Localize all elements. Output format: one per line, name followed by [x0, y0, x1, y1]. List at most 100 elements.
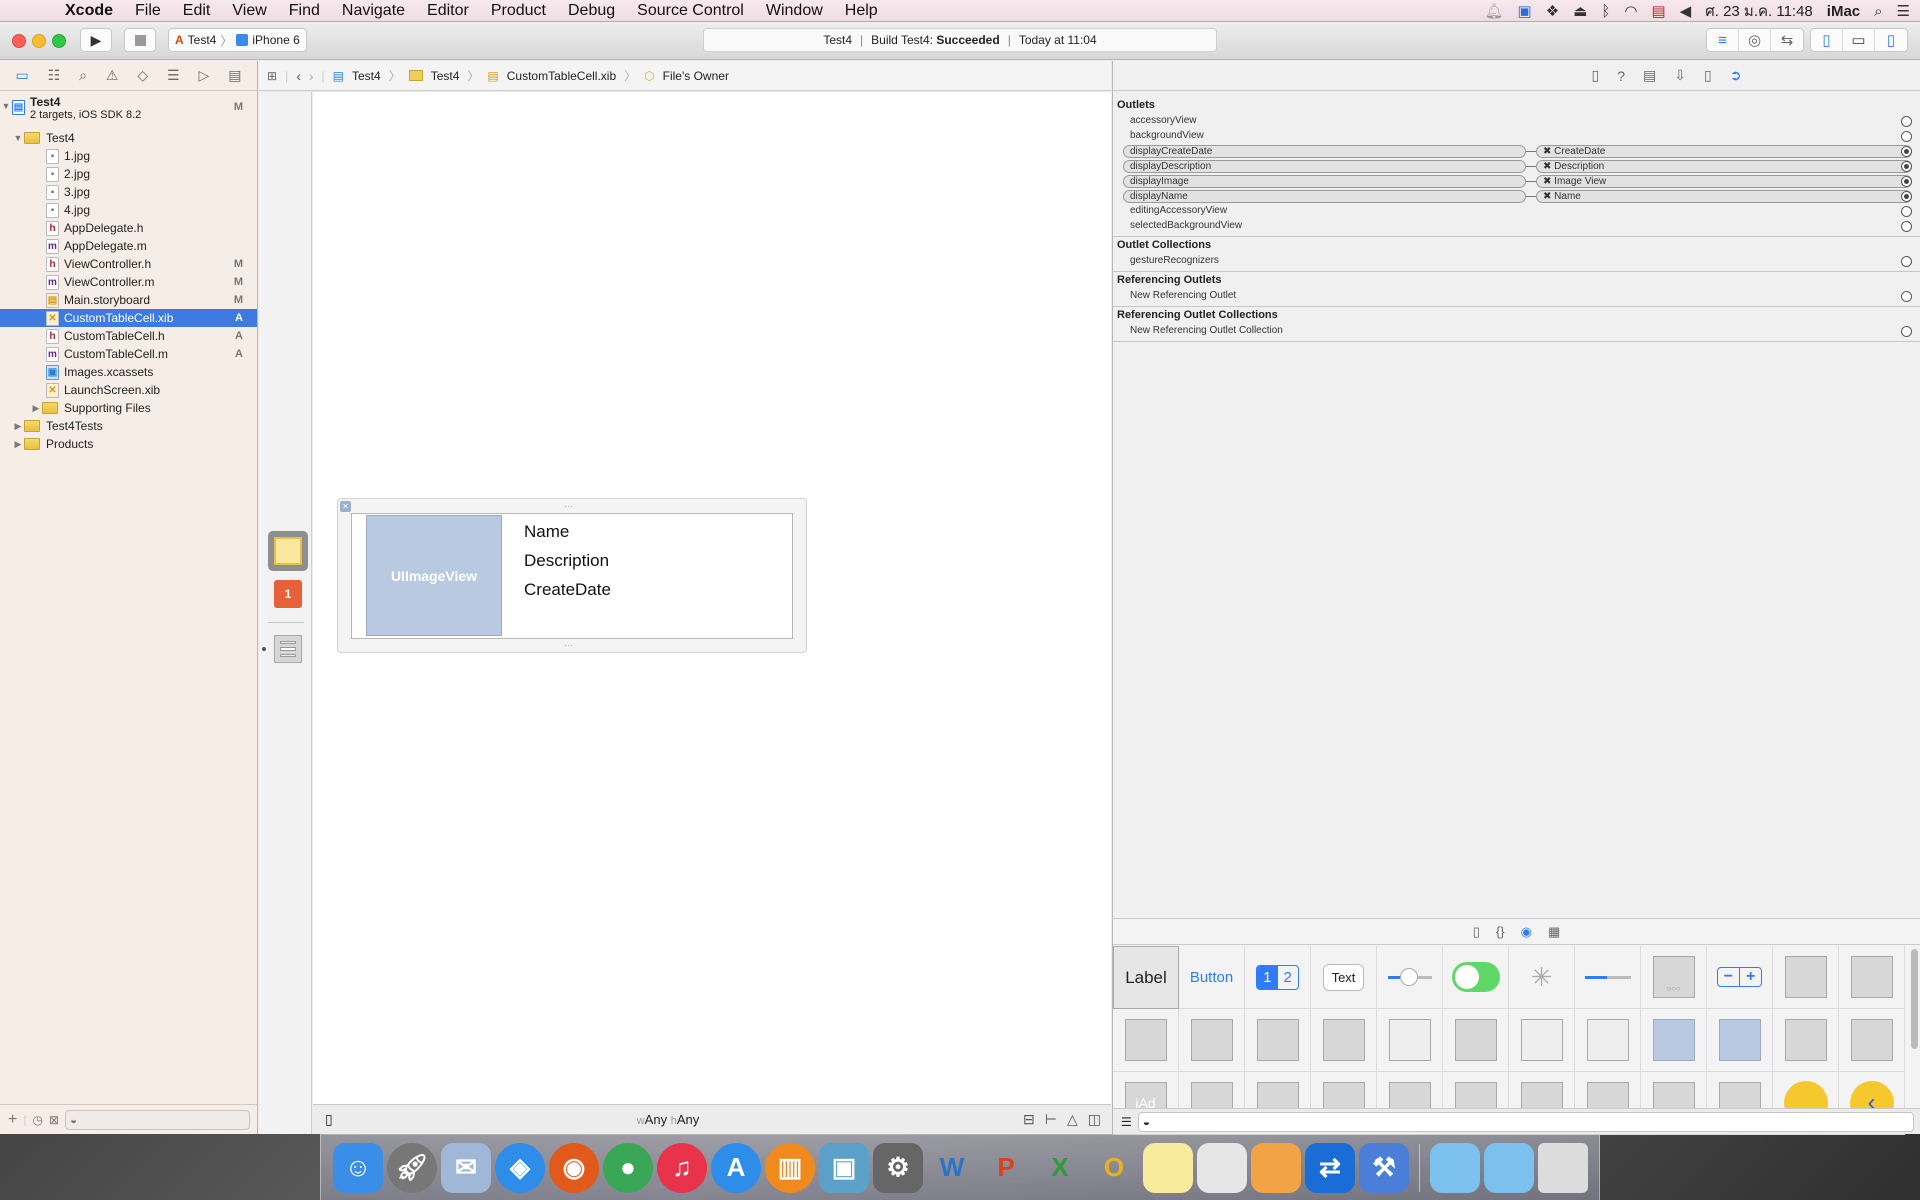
disclosure-closed-icon[interactable]: ▶ [30, 403, 42, 414]
library-item-label[interactable]: Label [1113, 946, 1179, 1009]
library-item-scroll-view[interactable] [1443, 1009, 1509, 1072]
forward-button[interactable]: › [309, 68, 314, 84]
dock-teamviewer[interactable]: ⇄ [1305, 1142, 1355, 1193]
navigator-row[interactable]: ▪ 2.jpg [0, 165, 257, 183]
scheme-selector[interactable]: A Test4 〉 iPhone 6 [168, 28, 307, 52]
code-snippet-library-icon[interactable]: {} [1496, 924, 1505, 939]
eject-icon[interactable]: ⏏ [1573, 2, 1587, 20]
resize-handle-top[interactable]: ··· [564, 501, 573, 511]
navigator-row[interactable]: h AppDelegate.h [0, 219, 257, 237]
assistant-editor-icon[interactable]: ◎ [1739, 29, 1771, 51]
menu-editor[interactable]: Editor [416, 2, 480, 20]
wifi-icon[interactable]: ◠ [1624, 2, 1637, 20]
menu-navigate[interactable]: Navigate [331, 2, 416, 20]
menu-source-control[interactable]: Source Control [626, 2, 755, 20]
menubar-user[interactable]: iMac [1827, 3, 1860, 20]
disclosure-closed-icon[interactable]: ▶ [12, 421, 24, 432]
navigator-row[interactable]: ✕ LaunchScreen.xib [0, 381, 257, 399]
navigator-row[interactable]: ▤ Main.storyboard M [0, 291, 257, 309]
library-item-segmented-control[interactable]: 12 [1245, 946, 1311, 1009]
dock-word[interactable]: W [927, 1143, 977, 1193]
stop-button[interactable] [124, 28, 156, 52]
dock-applications-folder[interactable] [1430, 1142, 1480, 1193]
breadcrumb-file[interactable]: CustomTableCell.xib [507, 69, 616, 83]
menu-view[interactable]: View [221, 2, 277, 20]
library-item-progress-view[interactable] [1575, 946, 1641, 1009]
resizing-behavior-icon[interactable]: ◫ [1088, 1111, 1101, 1128]
disclosure-open-icon[interactable]: ▼ [0, 101, 12, 111]
navigator-row[interactable]: ▼ Test4 [0, 129, 257, 147]
library-item-visual-effect-view[interactable] [1641, 1009, 1707, 1072]
close-window-button[interactable] [12, 34, 26, 48]
issue-navigator-tab-icon[interactable]: ⚠ [106, 67, 119, 84]
dock-finder[interactable]: ☺ [333, 1142, 383, 1193]
list-view-toggle-icon[interactable]: ☰ [1121, 1115, 1132, 1129]
scm-filter-icon[interactable]: ⊠ [49, 1113, 59, 1127]
standard-editor-icon[interactable]: ≡ [1707, 29, 1739, 51]
library-item-slider[interactable] [1377, 946, 1443, 1009]
connections-inspector-icon[interactable]: ➲ [1730, 67, 1742, 84]
breadcrumb-project[interactable]: Test4 [352, 69, 381, 83]
disconnect-icon[interactable]: ✖ [1543, 146, 1551, 157]
disclosure-closed-icon[interactable]: ▶ [12, 439, 24, 450]
toggle-navigator-icon[interactable]: ▯ [1811, 29, 1843, 51]
menu-app-name[interactable]: Xcode [54, 2, 124, 20]
breadcrumb-group[interactable]: Test4 [431, 69, 460, 83]
navigator-row[interactable]: m AppDelegate.m [0, 237, 257, 255]
disclosure-open-icon[interactable]: ▼ [12, 133, 24, 143]
outlet-connector[interactable] [1901, 176, 1912, 187]
dock-documents-folder[interactable] [1484, 1142, 1534, 1193]
dock-powerpoint[interactable]: P [981, 1143, 1031, 1193]
symbol-navigator-tab-icon[interactable]: ☷ [48, 67, 61, 84]
menu-edit[interactable]: Edit [172, 2, 222, 20]
run-button[interactable]: ▶ [80, 28, 112, 52]
show-document-outline-icon[interactable]: ▯ [325, 1111, 333, 1128]
outlet-connector[interactable] [1901, 291, 1912, 302]
library-filter-input[interactable]: ◒ [1137, 1111, 1914, 1132]
navigator-row[interactable]: ▶ Supporting Files [0, 399, 257, 417]
file-inspector-icon[interactable]: ▯ [1592, 67, 1600, 84]
library-item-visual-effect-views[interactable] [1707, 1009, 1773, 1072]
bluetooth-icon[interactable]: ᛒ [1601, 3, 1610, 20]
library-item-page-control[interactable]: ○○○ [1641, 946, 1707, 1009]
navigator-filter-input[interactable]: ◒ [65, 1109, 250, 1130]
breadcrumb-object[interactable]: File's Owner [663, 69, 729, 83]
library-item-switch[interactable] [1443, 946, 1509, 1009]
attributes-inspector-icon[interactable]: ⇩ [1674, 67, 1686, 84]
breakpoint-navigator-tab-icon[interactable]: ▷ [199, 67, 210, 84]
debug-navigator-tab-icon[interactable]: ☰ [167, 67, 180, 84]
menu-find[interactable]: Find [278, 2, 331, 20]
image-view[interactable]: UIImageView [366, 515, 502, 636]
menu-window[interactable]: Window [755, 2, 834, 20]
spotlight-search-icon[interactable]: ⌕ [1874, 3, 1882, 20]
dock-system-preferences[interactable]: ⚙ [873, 1142, 923, 1193]
dock-outlook[interactable]: O [1089, 1143, 1139, 1193]
resize-handle-bottom[interactable]: ··· [564, 640, 573, 650]
disconnect-icon[interactable]: ✖ [1543, 161, 1551, 172]
project-root-row[interactable]: ▼ ▤ Test4 2 targets, iOS SDK 8.2 M [0, 95, 257, 127]
resolve-autolayout-icon[interactable]: △ [1067, 1111, 1078, 1128]
identity-inspector-icon[interactable]: ▤ [1643, 67, 1656, 84]
navigator-row[interactable]: m ViewController.m M [0, 273, 257, 291]
outlet-connector[interactable] [1901, 326, 1912, 337]
dock-preview[interactable] [1197, 1142, 1247, 1193]
createdate-label[interactable]: CreateDate [524, 580, 611, 600]
dropbox-icon[interactable]: ❖ [1546, 2, 1559, 20]
library-scrollbar[interactable] [1911, 949, 1918, 1049]
library-item-stepper[interactable]: − + [1707, 946, 1773, 1009]
table-cell-object-icon[interactable] [274, 635, 302, 663]
library-item-collection-view[interactable] [1179, 1009, 1245, 1072]
library-item-activity-indicator[interactable]: ✳ [1509, 946, 1575, 1009]
dock-firefox[interactable]: ◉ [549, 1142, 599, 1193]
dock-xcode[interactable]: ⚒ [1359, 1142, 1409, 1193]
file-template-library-icon[interactable]: ▯ [1473, 924, 1480, 940]
navigator-row[interactable]: h CustomTableCell.h A [0, 327, 257, 345]
object-library-icon[interactable]: ◉ [1521, 924, 1532, 940]
project-navigator-tab-icon[interactable]: ▭ [15, 67, 28, 84]
pin-icon[interactable]: ⊢ [1045, 1111, 1057, 1128]
name-label[interactable]: Name [524, 522, 569, 542]
library-item-text-view[interactable] [1377, 1009, 1443, 1072]
size-class-control[interactable]: wAny hAny [637, 1112, 700, 1127]
navigator-row[interactable]: h ViewController.h M [0, 255, 257, 273]
library-item-map-view[interactable] [1773, 1009, 1839, 1072]
